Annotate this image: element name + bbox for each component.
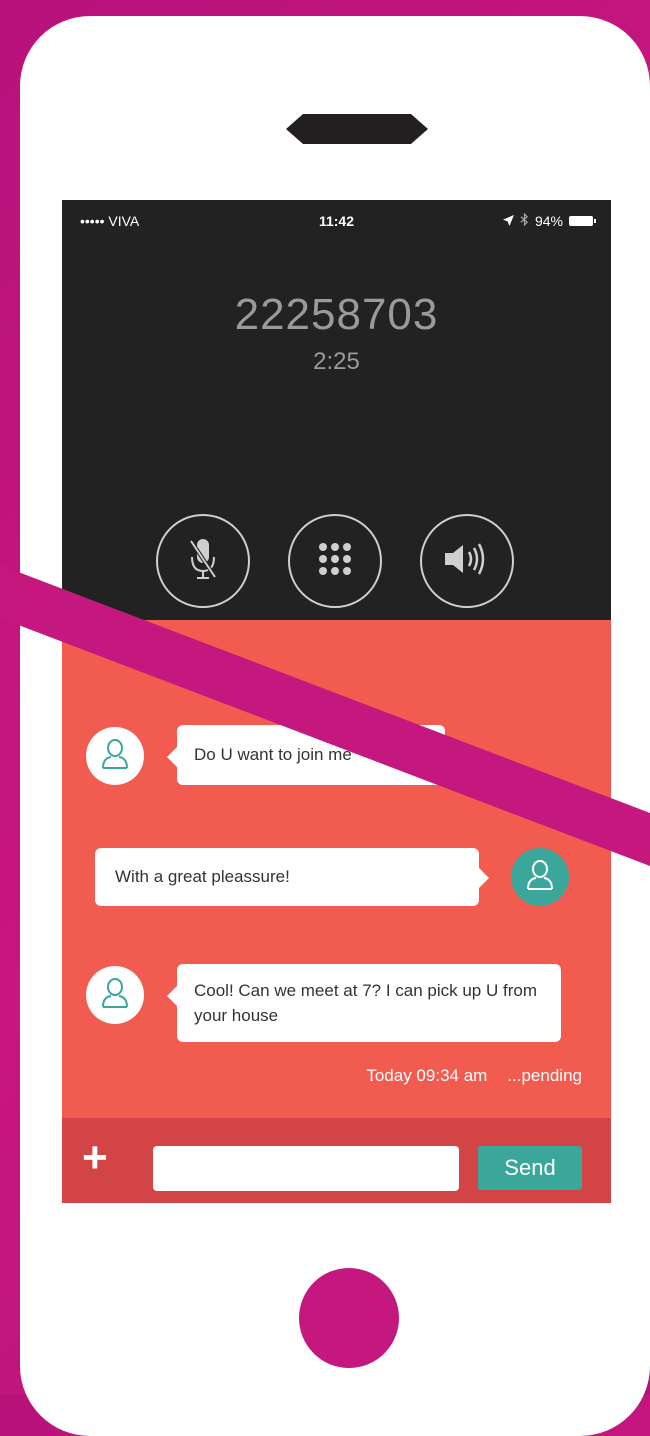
message-text: Do U want to join me xyxy=(194,745,352,764)
bluetooth-icon xyxy=(520,212,529,229)
mute-icon xyxy=(188,537,218,586)
contact-avatar xyxy=(86,727,144,785)
user-avatar xyxy=(511,848,569,906)
battery-icon xyxy=(569,216,596,226)
send-button[interactable]: Send xyxy=(478,1146,582,1190)
mute-button[interactable] xyxy=(156,514,250,608)
call-duration: 2:25 xyxy=(313,348,360,375)
battery-percent: 94% xyxy=(534,213,563,229)
phone-speaker xyxy=(286,114,428,144)
location-arrow-icon xyxy=(502,213,514,229)
user-outline-icon xyxy=(526,859,554,896)
chat-panel: Do U want to join me With a great pleass… xyxy=(62,620,611,1203)
message-text: With a great pleassure! xyxy=(115,867,290,886)
message-timestamp: Today 09:34 am xyxy=(366,1066,488,1085)
message-meta: Today 09:34 am ...pending xyxy=(366,1066,582,1086)
status-bar: ••••• VIVA 11:42 94% xyxy=(62,200,611,240)
phone-screen: ••••• VIVA 11:42 94% 22258703 2:25 Do U … xyxy=(62,200,611,1203)
message-text: Cool! Can we meet at 7? I can pick up U … xyxy=(194,981,537,1025)
message-bubble-incoming: Cool! Can we meet at 7? I can pick up U … xyxy=(167,964,561,1042)
message-input[interactable] xyxy=(153,1146,459,1191)
contact-avatar xyxy=(86,966,144,1024)
home-button[interactable] xyxy=(299,1268,399,1368)
add-attachment-button[interactable]: + xyxy=(82,1136,108,1180)
message-status: ...pending xyxy=(507,1066,582,1085)
message-bubble-outgoing: With a great pleassure! xyxy=(95,848,489,906)
composer-bar: + Send xyxy=(62,1118,611,1203)
user-outline-icon xyxy=(101,977,129,1014)
keypad-button[interactable] xyxy=(288,514,382,608)
status-right: 94% xyxy=(502,212,596,229)
speaker-icon xyxy=(443,541,491,582)
message-bubble-incoming: Do U want to join me xyxy=(167,725,445,785)
user-outline-icon xyxy=(101,738,129,775)
call-number: 22258703 xyxy=(234,290,439,339)
speaker-button[interactable] xyxy=(420,514,514,608)
keypad-icon xyxy=(317,541,353,582)
